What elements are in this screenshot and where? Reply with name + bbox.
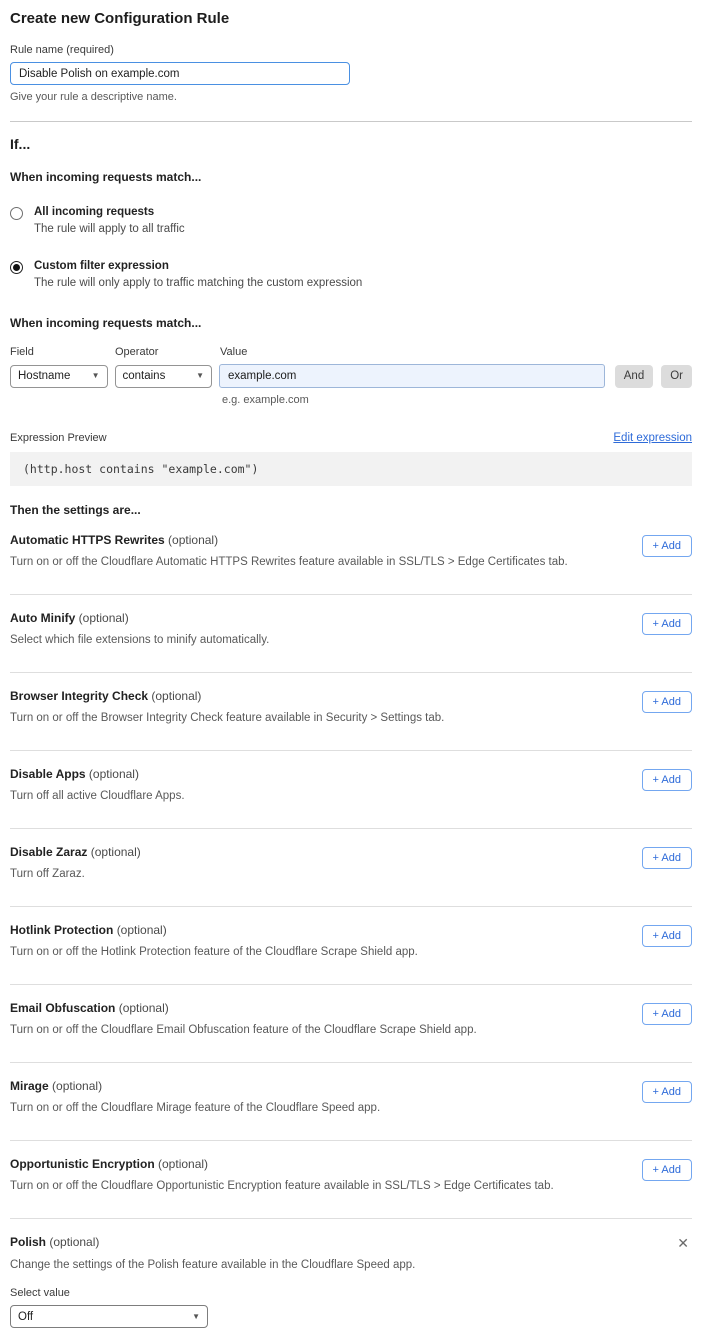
then-heading: Then the settings are... <box>10 503 692 517</box>
close-icon[interactable]: ✕ <box>677 1236 689 1250</box>
builder-heading: When incoming requests match... <box>10 316 692 330</box>
setting-optional-suffix: (optional) <box>49 1235 99 1249</box>
add-button[interactable]: + Add <box>642 925 692 947</box>
setting-name: Browser Integrity Check <box>10 689 148 703</box>
setting-optional-suffix: (optional) <box>89 767 139 781</box>
rule-name-label: Rule name (required) <box>10 44 692 56</box>
rule-name-helper: Give your rule a descriptive name. <box>10 91 692 103</box>
setting-description: Turn off Zaraz. <box>10 868 141 880</box>
setting-name: Auto Minify <box>10 611 75 625</box>
setting-title: Automatic HTTPS Rewrites (optional) <box>10 533 568 547</box>
radio-description: The rule will apply to all traffic <box>34 223 185 235</box>
setting-name: Hotlink Protection <box>10 923 113 937</box>
setting-title: Browser Integrity Check (optional) <box>10 689 444 703</box>
add-button[interactable]: + Add <box>642 613 692 635</box>
add-button[interactable]: + Add <box>642 847 692 869</box>
radio-label: All incoming requests <box>34 206 185 218</box>
setting-description: Turn on or off the Cloudflare Email Obfu… <box>10 1024 477 1036</box>
match-heading: When incoming requests match... <box>10 170 692 184</box>
rule-name-input[interactable] <box>10 62 350 85</box>
add-button[interactable]: + Add <box>642 1081 692 1103</box>
create-configuration-rule-page: Create new Configuration Rule Rule name … <box>0 0 705 1342</box>
setting-optional-suffix: (optional) <box>52 1079 102 1093</box>
chevron-down-icon: ▼ <box>192 1313 200 1321</box>
polish-description: Change the settings of the Polish featur… <box>10 1259 692 1271</box>
setting-name: Disable Apps <box>10 767 86 781</box>
radio-description: The rule will only apply to traffic matc… <box>34 277 362 289</box>
setting-row: Disable Zaraz (optional) Turn off Zaraz.… <box>10 829 692 880</box>
setting-optional-suffix: (optional) <box>117 923 167 937</box>
field-select[interactable]: Hostname ▼ <box>10 365 108 388</box>
page-title: Create new Configuration Rule <box>10 10 692 27</box>
radio-button-icon[interactable] <box>10 261 23 274</box>
add-button[interactable]: + Add <box>642 1159 692 1181</box>
setting-description: Select which file extensions to minify a… <box>10 634 269 646</box>
add-button[interactable]: + Add <box>642 535 692 557</box>
setting-name: Disable Zaraz <box>10 845 87 859</box>
setting-row: Auto Minify (optional) Select which file… <box>10 595 692 646</box>
setting-optional-suffix: (optional) <box>168 533 218 547</box>
setting-optional-suffix: (optional) <box>151 689 201 703</box>
setting-row: Email Obfuscation (optional) Turn on or … <box>10 985 692 1036</box>
chevron-down-icon: ▼ <box>92 372 100 380</box>
and-button[interactable]: And <box>615 365 653 388</box>
setting-name: Email Obfuscation <box>10 1001 115 1015</box>
setting-name: Automatic HTTPS Rewrites <box>10 533 165 547</box>
polish-section: Polish (optional) ✕ Change the settings … <box>10 1219 692 1328</box>
setting-optional-suffix: (optional) <box>119 1001 169 1015</box>
setting-row: Disable Apps (optional) Turn off all act… <box>10 751 692 802</box>
setting-description: Turn off all active Cloudflare Apps. <box>10 790 185 802</box>
field-label: Field <box>10 346 115 358</box>
expression-preview-label: Expression Preview <box>10 432 107 444</box>
if-heading: If... <box>10 136 692 152</box>
operator-select[interactable]: contains ▼ <box>115 365 213 388</box>
setting-name: Opportunistic Encryption <box>10 1157 155 1171</box>
setting-name: Mirage <box>10 1079 49 1093</box>
setting-row: Mirage (optional) Turn on or off the Clo… <box>10 1063 692 1114</box>
setting-description: Turn on or off the Hotlink Protection fe… <box>10 946 418 958</box>
setting-row: Browser Integrity Check (optional) Turn … <box>10 673 692 724</box>
setting-title: Email Obfuscation (optional) <box>10 1001 477 1015</box>
setting-optional-suffix: (optional) <box>91 845 141 859</box>
setting-row: Opportunistic Encryption (optional) Turn… <box>10 1141 692 1192</box>
radio-label: Custom filter expression <box>34 260 362 272</box>
radio-all-incoming-requests[interactable]: All incoming requests The rule will appl… <box>10 206 692 235</box>
add-button[interactable]: + Add <box>642 1003 692 1025</box>
polish-select-label: Select value <box>10 1287 692 1299</box>
setting-title: Auto Minify (optional) <box>10 611 269 625</box>
polish-value-select[interactable]: Off ▼ <box>10 1305 208 1328</box>
section-divider <box>10 121 692 122</box>
field-select-value: Hostname <box>18 370 70 382</box>
setting-title: Hotlink Protection (optional) <box>10 923 418 937</box>
setting-description: Turn on or off the Browser Integrity Che… <box>10 712 444 724</box>
value-helper: e.g. example.com <box>222 394 692 406</box>
setting-row: Hotlink Protection (optional) Turn on or… <box>10 907 692 958</box>
operator-select-value: contains <box>123 370 166 382</box>
setting-optional-suffix: (optional) <box>79 611 129 625</box>
or-button[interactable]: Or <box>661 365 692 388</box>
setting-description: Turn on or off the Cloudflare Automatic … <box>10 556 568 568</box>
operator-label: Operator <box>115 346 220 358</box>
radio-button-icon[interactable] <box>10 207 23 220</box>
setting-optional-suffix: (optional) <box>158 1157 208 1171</box>
setting-title: Disable Zaraz (optional) <box>10 845 141 859</box>
polish-select-value: Off <box>18 1311 33 1323</box>
value-label: Value <box>220 346 247 358</box>
setting-description: Turn on or off the Cloudflare Mirage fea… <box>10 1102 380 1114</box>
setting-title: Disable Apps (optional) <box>10 767 185 781</box>
polish-title: Polish (optional) <box>10 1235 99 1249</box>
add-button[interactable]: + Add <box>642 691 692 713</box>
expression-preview-code: (http.host contains "example.com") <box>10 452 692 486</box>
setting-title: Mirage (optional) <box>10 1079 380 1093</box>
edit-expression-link[interactable]: Edit expression <box>613 432 692 444</box>
setting-title: Opportunistic Encryption (optional) <box>10 1157 554 1171</box>
chevron-down-icon: ▼ <box>196 372 204 380</box>
setting-name: Polish <box>10 1235 46 1249</box>
setting-row: Automatic HTTPS Rewrites (optional) Turn… <box>10 517 692 568</box>
settings-list: Automatic HTTPS Rewrites (optional) Turn… <box>10 517 692 1219</box>
add-button[interactable]: + Add <box>642 769 692 791</box>
radio-custom-filter-expression[interactable]: Custom filter expression The rule will o… <box>10 260 692 289</box>
value-input[interactable] <box>219 364 605 388</box>
setting-description: Turn on or off the Cloudflare Opportunis… <box>10 1180 554 1192</box>
